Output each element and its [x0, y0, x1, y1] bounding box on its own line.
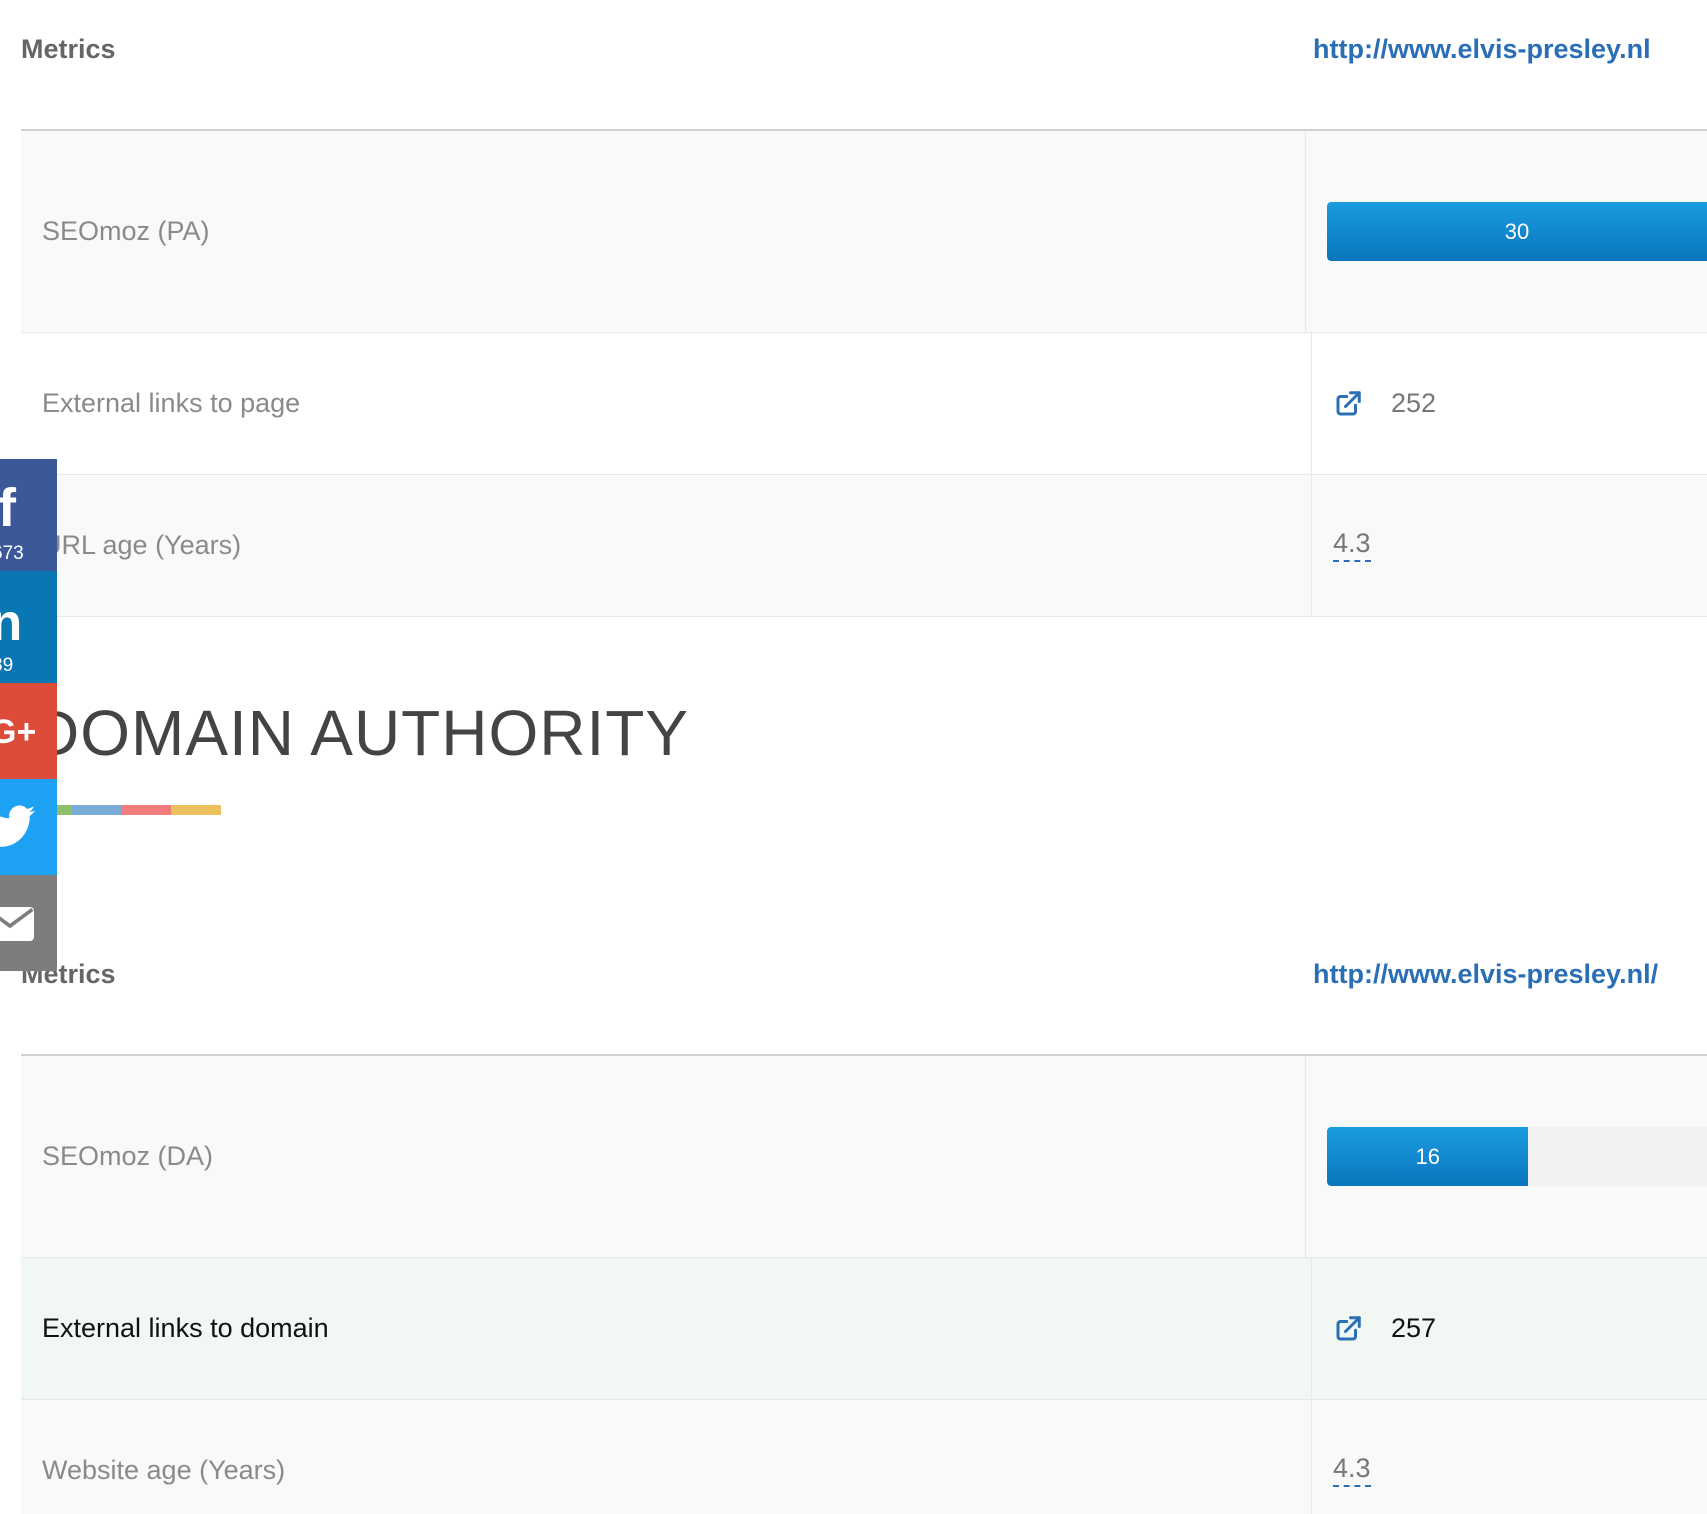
row-label: External links to domain — [21, 1258, 1312, 1399]
linkedin-share-count: 89 — [0, 655, 14, 676]
page-metrics-header: Metrics http://www.elvis-presley.nl — [21, 0, 1707, 131]
email-share-button[interactable] — [0, 875, 57, 971]
rule-segment — [71, 805, 121, 815]
external-link-icon[interactable] — [1333, 389, 1363, 419]
section-title: DOMAIN AUTHORITY — [33, 697, 690, 769]
pa-progress-bar: 30 — [1327, 202, 1707, 261]
twitter-icon — [0, 805, 36, 854]
page-url-link[interactable]: http://www.elvis-presley.nl — [1313, 34, 1651, 65]
domain-metrics-table: Metrics http://www.elvis-presley.nl/ SEO… — [21, 925, 1707, 1514]
website-age-value[interactable]: 4.3 — [1333, 1453, 1371, 1488]
googleplus-share-button[interactable]: G+ — [0, 683, 57, 779]
row-value: 257 — [1312, 1258, 1707, 1399]
row-label: URL age (Years) — [21, 475, 1312, 616]
external-link-icon[interactable] — [1333, 1314, 1363, 1344]
page-metrics-table: Metrics http://www.elvis-presley.nl SEOm… — [21, 0, 1707, 617]
row-label: Website age (Years) — [21, 1400, 1312, 1514]
domain-url-link[interactable]: http://www.elvis-presley.nl/ — [1313, 959, 1658, 990]
rule-segment — [171, 805, 221, 815]
facebook-share-count: 673 — [0, 543, 24, 564]
table-row-url-age: URL age (Years) 4.3 — [21, 475, 1707, 617]
table-row-external-links-domain: External links to domain 257 — [21, 1258, 1707, 1400]
table-row-website-age: Website age (Years) 4.3 — [21, 1400, 1707, 1514]
metrics-column-label: Metrics — [21, 34, 116, 64]
social-share-sidebar: f 673 in 89 G+ — [0, 459, 57, 971]
page: Metrics http://www.elvis-presley.nl SEOm… — [0, 0, 1707, 1514]
rule-segment — [121, 805, 171, 815]
row-value: 4.3 — [1312, 1400, 1707, 1514]
facebook-share-button[interactable]: f 673 — [0, 459, 57, 571]
pa-progress-fill: 30 — [1327, 202, 1707, 261]
da-progress-bar: 16 — [1327, 1127, 1707, 1186]
domain-metrics-header: Metrics http://www.elvis-presley.nl/ — [21, 925, 1707, 1056]
row-label: External links to page — [21, 333, 1312, 474]
row-value: 4.3 — [1312, 475, 1707, 616]
row-label: SEOmoz (DA) — [21, 1056, 1306, 1257]
external-links-count: 257 — [1391, 1313, 1437, 1343]
facebook-icon: f — [0, 478, 16, 538]
row-value: 30 — [1306, 131, 1707, 332]
url-age-value[interactable]: 4.3 — [1333, 528, 1371, 563]
da-progress-fill: 16 — [1327, 1127, 1529, 1186]
twitter-share-button[interactable] — [0, 779, 57, 875]
row-value: 252 — [1312, 333, 1707, 474]
external-links-count: 252 — [1391, 388, 1437, 418]
linkedin-share-button[interactable]: in 89 — [0, 571, 57, 683]
table-row-seomoz-da: SEOmoz (DA) 16 — [21, 1056, 1707, 1258]
row-value: 16 — [1306, 1056, 1707, 1257]
table-row-external-links-page: External links to page 252 — [21, 333, 1707, 475]
linkedin-icon: in — [0, 594, 23, 652]
google-plus-icon: G+ — [0, 713, 37, 751]
envelope-icon — [0, 907, 34, 946]
table-row-seomoz-pa: SEOmoz (PA) 30 — [21, 131, 1707, 333]
row-label: SEOmoz (PA) — [21, 131, 1306, 332]
